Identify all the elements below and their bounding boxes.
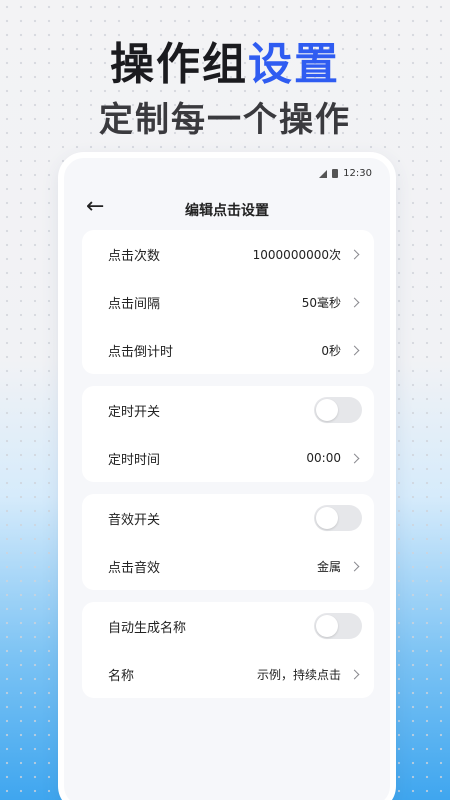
- chevron-right-icon: [349, 297, 360, 307]
- timer-toggle[interactable]: [314, 397, 362, 423]
- sound-effect-value: 金属: [316, 559, 341, 574]
- page-title: 编辑点击设置: [185, 203, 269, 219]
- timer-card: 定时开关 定时时间 00:00: [82, 386, 374, 482]
- sound-card: 音效开关 点击音效 金属: [82, 494, 374, 590]
- click-interval-value: 50毫秒: [301, 295, 341, 310]
- status-bar: 12:30: [319, 168, 372, 179]
- chevron-right-icon: [349, 345, 360, 355]
- chevron-right-icon: [349, 249, 360, 259]
- timer-time-label: 定时时间: [108, 452, 161, 468]
- chevron-right-icon: [349, 561, 360, 571]
- click-countdown-row[interactable]: 点击倒计时 0秒: [82, 326, 374, 374]
- click-settings-card: 点击次数 1000000000次 点击间隔 50毫秒 点击倒计时 0秒: [82, 230, 374, 374]
- timer-time-value: 00:00: [306, 451, 341, 465]
- headline-accent-text: 设置: [248, 39, 340, 90]
- sound-toggle[interactable]: [314, 505, 362, 531]
- headline-text: 操作组: [110, 39, 248, 90]
- sound-switch-row: 音效开关: [82, 494, 374, 542]
- sound-effect-row[interactable]: 点击音效 金属: [82, 542, 374, 590]
- naming-card: 自动生成名称 名称 示例，持续点击: [82, 602, 374, 698]
- sound-effect-label: 点击音效: [108, 560, 161, 576]
- promo-headline: 操作组设置: [0, 28, 450, 92]
- app-bar: ← 编辑点击设置: [64, 194, 390, 224]
- toggle-knob: [316, 399, 338, 421]
- promo-subline: 定制每一个操作: [99, 100, 351, 140]
- name-label: 名称: [108, 668, 135, 684]
- chevron-right-icon: [349, 669, 360, 679]
- timer-time-row[interactable]: 定时时间 00:00: [82, 434, 374, 482]
- auto-name-toggle[interactable]: [314, 613, 362, 639]
- click-count-row[interactable]: 点击次数 1000000000次: [82, 230, 374, 278]
- click-interval-label: 点击间隔: [108, 296, 161, 312]
- signal-icon: [319, 169, 328, 178]
- toggle-knob: [316, 507, 338, 529]
- toggle-knob: [316, 615, 338, 637]
- timer-switch-label: 定时开关: [108, 404, 161, 420]
- status-time: 12:30: [343, 168, 372, 179]
- sound-switch-label: 音效开关: [108, 512, 161, 528]
- click-interval-row[interactable]: 点击间隔 50毫秒: [82, 278, 374, 326]
- click-count-value: 1000000000次: [252, 247, 341, 262]
- battery-icon: [332, 169, 339, 178]
- auto-name-label: 自动生成名称: [108, 620, 187, 636]
- name-value: 示例，持续点击: [256, 667, 341, 682]
- click-countdown-value: 0秒: [321, 343, 341, 358]
- phone-frame: 12:30 ← 编辑点击设置 点击次数 1000000000次 点击间隔 50毫…: [58, 152, 396, 800]
- chevron-right-icon: [349, 453, 360, 463]
- click-count-label: 点击次数: [108, 248, 161, 264]
- click-countdown-label: 点击倒计时: [108, 344, 174, 360]
- timer-switch-row: 定时开关: [82, 386, 374, 434]
- name-row[interactable]: 名称 示例，持续点击: [82, 650, 374, 698]
- auto-name-row: 自动生成名称: [82, 602, 374, 650]
